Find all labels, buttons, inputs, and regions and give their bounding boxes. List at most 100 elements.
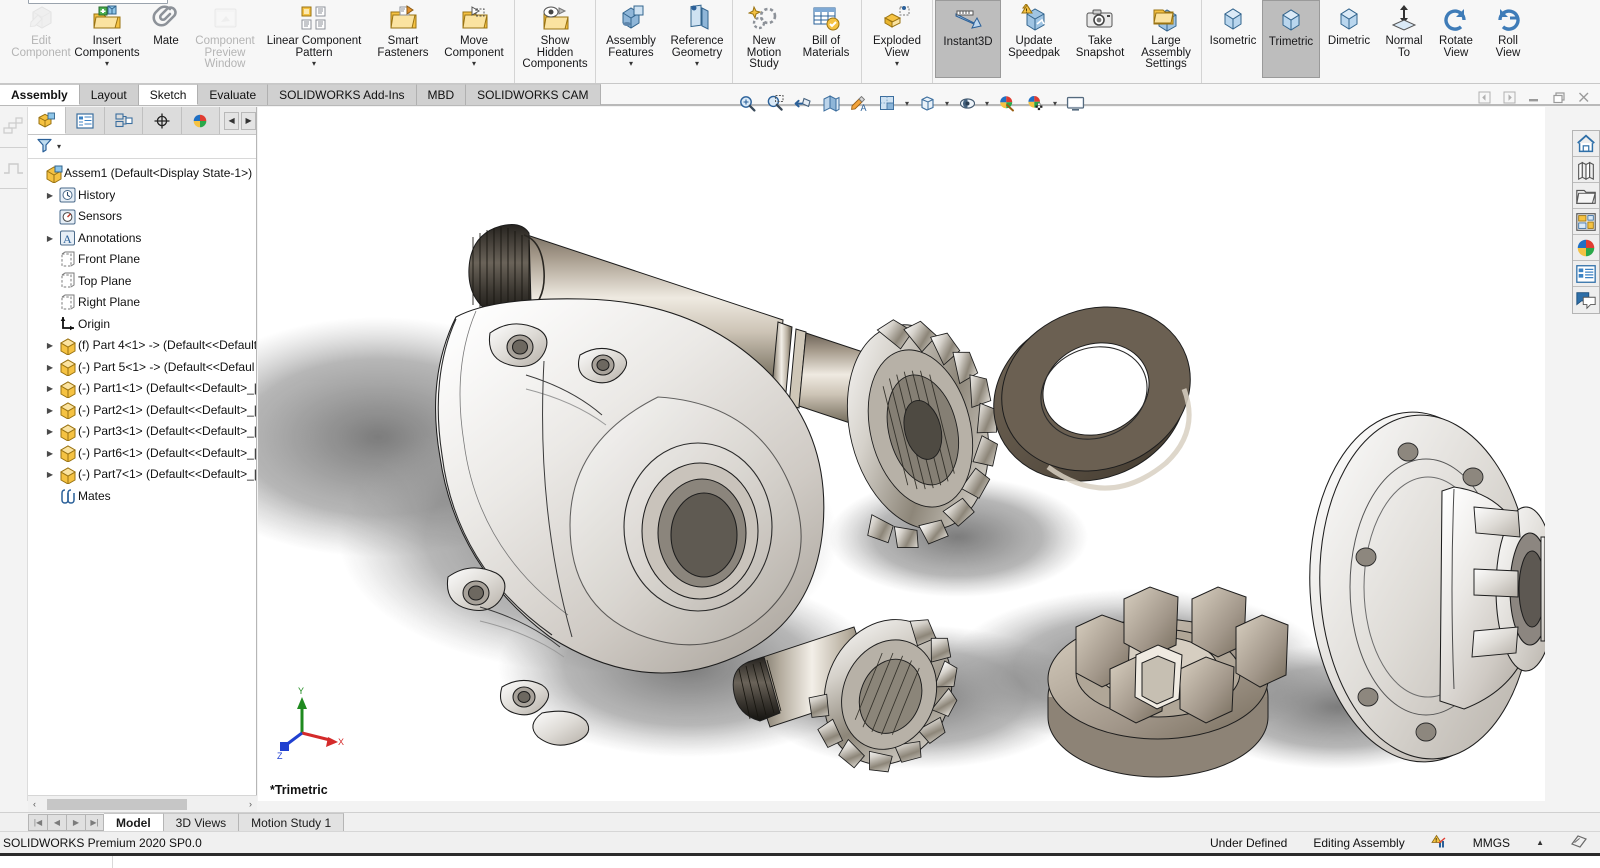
ribbon-button-roll-view[interactable]: RollView <box>1482 0 1534 78</box>
appearances-scenes-icon[interactable] <box>1573 235 1599 261</box>
file-explorer-icon[interactable] <box>1573 183 1599 209</box>
last-icon[interactable]: ▶| <box>85 814 104 831</box>
tree-node-part6-1-default-default[interactable]: ▶ (-) Part6<1> (Default<<Default>_| <box>28 443 256 465</box>
zoom-to-area-icon[interactable] <box>763 91 787 115</box>
doc-tab-3d-views[interactable]: 3D Views <box>164 813 239 831</box>
ribbon-button-dimetric[interactable]: Dimetric <box>1320 0 1378 78</box>
tree-node-part7-1-default-default[interactable]: ▶ (-) Part7<1> (Default<<Default>_| <box>28 464 256 486</box>
doc-tab-model[interactable]: Model <box>104 813 164 831</box>
part-thrust-washer[interactable] <box>970 281 1214 508</box>
ribbon-button-exploded-view[interactable]: ExplodedView▾ <box>864 0 930 78</box>
dropdown-caret-icon[interactable]: ▾ <box>629 60 633 68</box>
flyout-step-icon[interactable] <box>2 156 26 180</box>
expand-arrow-icon[interactable]: ▶ <box>42 335 58 357</box>
doc-tab-motion-study-1[interactable]: Motion Study 1 <box>239 813 344 831</box>
ribbon-button-large-assembly-settings[interactable]: LargeAssemblySettings <box>1133 0 1199 78</box>
flyout-tree-icon[interactable] <box>2 115 26 139</box>
tree-node-mates[interactable]: Mates <box>28 486 256 508</box>
solidworks-resources-icon[interactable] <box>1573 131 1599 157</box>
expand-arrow-icon[interactable]: ▶ <box>42 443 58 465</box>
tab-sketch[interactable]: Sketch <box>139 84 199 105</box>
ribbon-button-bill-of-materials[interactable]: Bill ofMaterials <box>793 0 859 78</box>
view-settings-icon[interactable] <box>1023 91 1047 115</box>
dropdown-caret-icon[interactable]: ▾ <box>105 60 109 68</box>
display-style-caret[interactable]: ▾ <box>945 99 949 108</box>
ribbon-button-mate[interactable]: Mate <box>140 0 192 78</box>
ribbon-button-take-snapshot[interactable]: TakeSnapshot <box>1067 0 1133 78</box>
tree-node-sensors[interactable]: Sensors <box>28 206 256 228</box>
tree-node-annotations[interactable]: ▶ AAnnotations <box>28 228 256 250</box>
ribbon-button-assembly-features[interactable]: AssemblyFeatures▾ <box>598 0 664 78</box>
tab-scroll-left-icon[interactable]: ◀ <box>224 112 239 130</box>
graphics-area[interactable]: Y X Z *Trimetric <box>258 107 1545 801</box>
ribbon-button-show-hidden-components[interactable]: ShowHiddenComponents <box>517 0 593 78</box>
ribbon-button-move-component[interactable]: MoveComponent▾ <box>436 0 512 78</box>
expand-arrow-icon[interactable]: ▶ <box>42 185 58 207</box>
display-style-icon[interactable] <box>915 91 939 115</box>
property-manager-icon[interactable] <box>66 107 104 134</box>
ribbon-button-insert-components[interactable]: InsertComponents▾ <box>74 0 140 78</box>
expand-arrow-icon[interactable]: ▶ <box>42 464 58 486</box>
custom-properties-icon[interactable] <box>1573 261 1599 287</box>
rebuild-warning-icon[interactable] <box>1431 834 1447 852</box>
solidworks-forum-icon[interactable] <box>1573 287 1599 313</box>
tree-node-part-5-1-default-defaul[interactable]: ▶ (-) Part 5<1> -> (Default<<Defaul <box>28 357 256 379</box>
edit-appearance-icon[interactable]: A <box>847 91 871 115</box>
section-view-icon[interactable] <box>819 91 843 115</box>
pin-right-icon[interactable] <box>1501 89 1517 105</box>
tree-node-part2-1-default-default[interactable]: ▶ (-) Part2<1> (Default<<Default>_| <box>28 400 256 422</box>
tab-assembly[interactable]: Assembly <box>0 84 80 105</box>
ribbon-button-smart-fasteners[interactable]: SmartFasteners <box>370 0 436 78</box>
tree-node-origin[interactable]: Origin <box>28 314 256 336</box>
ribbon-button-new-motion-study[interactable]: NewMotionStudy <box>735 0 793 78</box>
overlay-icon[interactable] <box>1570 834 1588 852</box>
previous-icon[interactable]: ◀ <box>47 814 66 831</box>
apply-scene-icon[interactable] <box>995 91 1019 115</box>
first-icon[interactable]: |◀ <box>28 814 47 831</box>
ribbon-button-normal-to[interactable]: NormalTo <box>1378 0 1430 78</box>
hide-show-items-caret[interactable]: ▾ <box>985 99 989 108</box>
ribbon-button-reference-geometry[interactable]: ReferenceGeometry▾ <box>664 0 730 78</box>
viewport-icon[interactable] <box>1063 91 1087 115</box>
ribbon-button-rotate-view[interactable]: RotateView <box>1430 0 1482 78</box>
feature-manager-filter[interactable]: ▾ <box>28 135 256 159</box>
tab-mbd[interactable]: MBD <box>417 84 467 105</box>
assembly-3d-model[interactable] <box>258 107 1545 801</box>
tab-solidworks-cam[interactable]: SOLIDWORKS CAM <box>466 84 600 105</box>
expand-arrow-icon[interactable]: ▶ <box>42 378 58 400</box>
zoom-to-fit-icon[interactable] <box>735 91 759 115</box>
pin-left-icon[interactable] <box>1476 89 1492 105</box>
close-icon[interactable] <box>1576 89 1592 105</box>
filter-caret-icon[interactable]: ▾ <box>57 142 61 151</box>
feature-manager-tree-icon[interactable] <box>28 107 66 134</box>
tree-node-right-plane[interactable]: Right Plane <box>28 292 256 314</box>
ribbon-button-update-speedpak[interactable]: UpdateSpeedpak <box>1001 0 1067 78</box>
tree-node-part3-1-default-default[interactable]: ▶ (-) Part3<1> (Default<<Default>_| <box>28 421 256 443</box>
ribbon-button-trimetric[interactable]: Trimetric <box>1262 0 1320 78</box>
tree-node-front-plane[interactable]: Front Plane <box>28 249 256 271</box>
view-palette-icon[interactable] <box>1573 209 1599 235</box>
next-icon[interactable]: ▶ <box>66 814 85 831</box>
view-settings-caret[interactable]: ▾ <box>1053 99 1057 108</box>
ribbon-button-linear-component-pattern[interactable]: Linear ComponentPattern▾ <box>258 0 370 78</box>
feature-tree-horizontal-scrollbar[interactable]: ‹ › <box>28 795 257 812</box>
dropdown-caret-icon[interactable]: ▾ <box>895 60 899 68</box>
display-manager-icon[interactable] <box>182 107 220 134</box>
dropdown-caret-icon[interactable]: ▾ <box>312 60 316 68</box>
tree-node-f-part-4-1-default-default[interactable]: ▶ (f) Part 4<1> -> (Default<<Default <box>28 335 256 357</box>
tab-solidworks-add-ins[interactable]: SOLIDWORKS Add-Ins <box>268 84 416 105</box>
tree-node-top-plane[interactable]: Top Plane <box>28 271 256 293</box>
scroll-right-icon[interactable]: › <box>244 799 257 809</box>
design-library-icon[interactable] <box>1573 157 1599 183</box>
ribbon-button-isometric[interactable]: Isometric <box>1204 0 1262 78</box>
tab-evaluate[interactable]: Evaluate <box>198 84 268 105</box>
units-caret-icon[interactable]: ▲ <box>1536 838 1544 847</box>
tree-node-assem1-default-display-state[interactable]: Assem1 (Default<Display State-1>) <box>28 163 256 185</box>
minimize-icon[interactable] <box>1526 89 1542 105</box>
dropdown-caret-icon[interactable]: ▾ <box>695 60 699 68</box>
scroll-thumb[interactable] <box>47 799 187 810</box>
tab-scroll-right-icon[interactable]: ▶ <box>241 112 256 130</box>
hide-show-items-icon[interactable] <box>955 91 979 115</box>
units-label[interactable]: MMGS <box>1473 836 1510 850</box>
expand-arrow-icon[interactable]: ▶ <box>42 228 58 250</box>
